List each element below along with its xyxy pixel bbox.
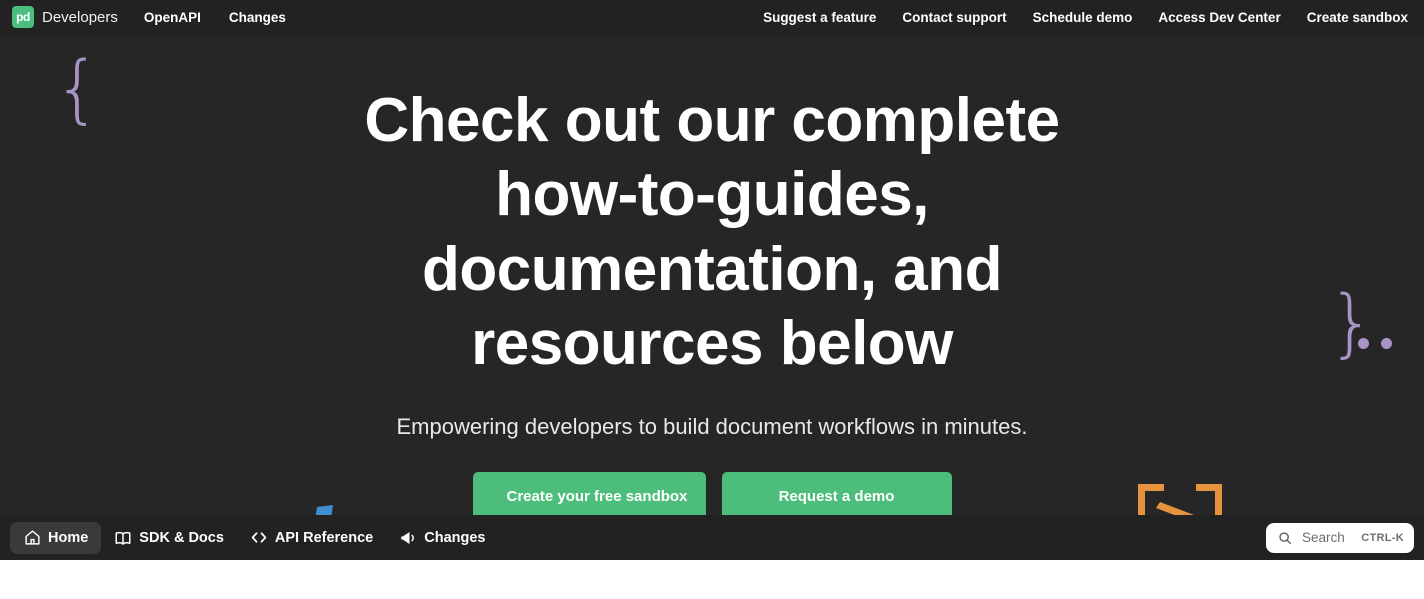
megaphone-icon	[399, 529, 417, 547]
pandadoc-logo-icon: pd	[12, 6, 34, 28]
dock-item-home[interactable]: Home	[10, 521, 102, 554]
home-icon	[23, 529, 41, 547]
top-navigation-bar: pd Developers OpenAPI Changes Suggest a …	[0, 0, 1424, 34]
nav-link-suggest-a-feature[interactable]: Suggest a feature	[763, 10, 876, 25]
search-shortcut-hint: CTRL-K	[1361, 531, 1404, 544]
hero-content: Check out our complete how-to-guides, do…	[0, 34, 1424, 522]
code-brackets-icon	[250, 529, 268, 547]
search-placeholder: Search	[1302, 530, 1345, 545]
hero-section: { } Check out our complete how-to-guides…	[0, 0, 1424, 560]
nav-link-create-sandbox[interactable]: Create sandbox	[1307, 10, 1408, 25]
search-input[interactable]: Search CTRL-K	[1266, 522, 1414, 553]
page-subtitle: Empowering developers to build document …	[396, 413, 1028, 439]
brand-logo-group[interactable]: pd Developers	[12, 6, 118, 28]
page-root: { } Check out our complete how-to-guides…	[0, 0, 1424, 599]
below-fold-area	[0, 560, 1424, 599]
nav-link-schedule-demo[interactable]: Schedule demo	[1033, 10, 1133, 25]
bottom-navigation-dock: Home SDK & Docs API Reference Changes Se…	[0, 515, 1424, 560]
top-nav-left-group: pd Developers OpenAPI Changes	[0, 6, 314, 28]
nav-link-openapi[interactable]: OpenAPI	[144, 10, 201, 25]
nav-link-contact-support[interactable]: Contact support	[902, 10, 1006, 25]
dock-item-changes[interactable]: Changes	[386, 522, 498, 554]
dock-item-label: SDK & Docs	[139, 529, 224, 546]
dock-item-label: Home	[48, 529, 89, 546]
dock-item-label: Changes	[424, 529, 486, 546]
dock-item-label: API Reference	[274, 529, 374, 546]
brand-name-label: Developers	[42, 8, 118, 26]
page-title: Check out our complete how-to-guides, do…	[364, 86, 1060, 379]
search-icon	[1276, 529, 1294, 547]
book-icon	[114, 529, 132, 547]
top-nav-right-group: Suggest a feature Contact support Schedu…	[737, 10, 1424, 25]
nav-link-changes[interactable]: Changes	[229, 10, 286, 25]
dock-item-api-reference[interactable]: API Reference	[237, 522, 386, 554]
dock-item-sdk-and-docs[interactable]: SDK & Docs	[101, 522, 237, 554]
nav-link-access-dev-center[interactable]: Access Dev Center	[1158, 10, 1280, 25]
